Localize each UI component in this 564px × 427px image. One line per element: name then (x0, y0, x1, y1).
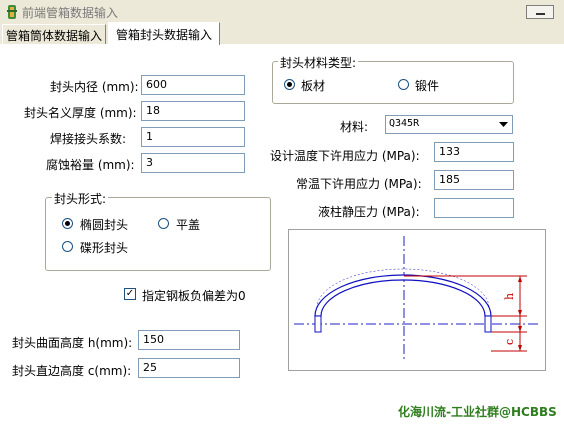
tab-head-data[interactable]: 管箱封头数据输入 (108, 22, 220, 45)
forging-label: 锻件 (415, 79, 440, 93)
nominal-thickness-input[interactable]: 18 (141, 101, 245, 121)
corrosion-allowance-label: 腐蚀裕量 (mm): (46, 158, 135, 172)
flat-cover-label: 平盖 (176, 218, 201, 232)
torispherical-head-radio[interactable] (62, 241, 73, 252)
inner-diameter-input[interactable]: 600 (141, 75, 245, 95)
head-form-legend: 封头形式: (52, 190, 109, 207)
head-diagram: h c (288, 229, 546, 371)
minimize-icon (536, 13, 545, 15)
watermark-text: 化海川流-工业社群@HCBBS (398, 405, 557, 419)
room-temp-stress-label: 常温下许用应力 (MPa): (296, 177, 422, 191)
head-form-group (45, 197, 271, 271)
design-temp-stress-label: 设计温度下许用应力 (MPa): (270, 149, 420, 163)
ellipsoidal-head-drawing: h c (294, 236, 539, 360)
straight-flange-label: 封头直边高度 c(mm): (12, 364, 132, 378)
corrosion-allowance-input[interactable]: 3 (141, 153, 245, 173)
negative-tolerance-checkbox[interactable]: ✓ (124, 288, 136, 300)
flat-cover-radio[interactable] (158, 218, 169, 229)
design-temp-stress-input[interactable]: 133 (434, 142, 514, 162)
minimize-button[interactable] (526, 5, 554, 19)
curved-height-label: 封头曲面高度 h(mm): (12, 336, 133, 350)
app-icon (7, 5, 17, 19)
room-temp-stress-input[interactable]: 185 (434, 170, 514, 190)
plate-label: 板材 (301, 79, 326, 93)
plate-radio[interactable] (284, 79, 295, 90)
forging-radio[interactable] (398, 79, 409, 90)
title-bar: 前端管箱数据输入 (0, 0, 564, 24)
inner-diameter-label: 封头内径 (mm): (50, 80, 139, 94)
hydrostatic-pressure-label: 液柱静压力 (MPa): (318, 205, 420, 219)
material-type-legend: 封头材料类型: (278, 54, 359, 71)
hydrostatic-pressure-input[interactable] (434, 198, 514, 218)
straight-flange-input[interactable]: 25 (138, 358, 240, 378)
nominal-thickness-label: 封头名义厚度 (mm): (24, 106, 137, 120)
material-label: 材料: (340, 120, 369, 134)
chevron-down-icon[interactable] (496, 117, 511, 132)
torispherical-head-label: 碟形封头 (80, 241, 129, 255)
h-dimension-label: h (503, 293, 516, 300)
ellipsoidal-head-radio[interactable] (62, 218, 73, 229)
material-select-value: Q345R (389, 118, 420, 129)
weld-joint-factor-input[interactable]: 1 (141, 127, 245, 147)
curved-height-input[interactable]: 150 (138, 330, 240, 350)
material-select[interactable]: Q345R (385, 115, 513, 134)
tab-shell-data[interactable]: 管箱筒体数据输入 (2, 24, 106, 44)
weld-joint-factor-label: 焊接接头系数: (50, 132, 127, 146)
window-title: 前端管箱数据输入 (22, 6, 119, 20)
negative-tolerance-label: 指定钢板负偏差为0 (142, 289, 246, 303)
ellipsoidal-head-label: 椭圆封头 (80, 218, 129, 232)
c-dimension-label: c (503, 339, 516, 345)
